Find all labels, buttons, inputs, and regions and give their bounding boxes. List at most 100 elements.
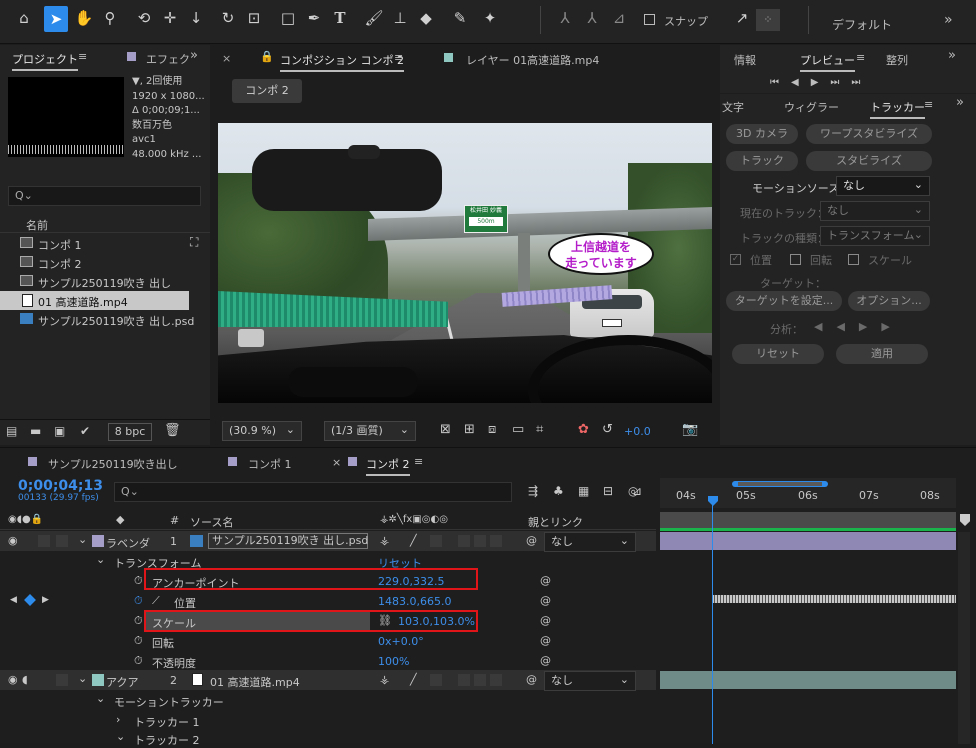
tab-tracker[interactable]: トラッカー — [870, 99, 925, 119]
layer-source-name[interactable]: サンプル250119吹き 出し.psd — [208, 533, 368, 549]
workspace-label[interactable]: デフォルト — [832, 16, 892, 33]
expand-chevron-icon[interactable]: ⌄ — [78, 672, 87, 685]
project-item[interactable]: サンプル250119吹き 出し — [0, 272, 210, 291]
expression-pickwhip-icon[interactable]: @ — [540, 594, 551, 607]
property-row-position[interactable]: ◀ ▶ ⏱ ⟋ 位置 1483.0,665.0 @ — [0, 591, 656, 611]
tab-project[interactable]: プロジェクト — [12, 51, 78, 71]
pick-whip-icon[interactable]: @ — [526, 673, 537, 686]
tab-composition[interactable]: コンポジション コンポ 2 — [280, 52, 404, 72]
scale-checkbox[interactable] — [848, 254, 859, 265]
stopwatch-icon[interactable]: ⏱ — [134, 634, 143, 648]
shy-switch-icon[interactable]: ⚶ — [380, 673, 389, 686]
tracker-2-row[interactable]: ⌄ トラッカー 2 — [0, 728, 656, 748]
source-name-header[interactable]: ソース名 — [190, 514, 233, 530]
switch-box[interactable] — [430, 535, 442, 547]
color-channels-icon[interactable]: ✿ — [578, 422, 589, 437]
solo-switch[interactable] — [56, 535, 68, 547]
motion-tracker-row[interactable]: ⌄ モーショントラッカー — [0, 690, 656, 710]
property-value[interactable]: 1483.0,665.0 — [378, 595, 451, 608]
expand-chevron-icon[interactable]: ⌄ — [116, 730, 125, 743]
rectangle-tool-icon[interactable]: □ — [278, 8, 298, 28]
workspace-more-icon[interactable]: » — [944, 12, 953, 28]
playhead-marker[interactable] — [708, 496, 718, 506]
current-timecode[interactable]: 0;00;04;13 — [18, 478, 103, 494]
property-value[interactable]: 0x+0.0° — [378, 635, 424, 648]
visibility-eye-icon[interactable]: ◉ — [8, 673, 18, 686]
position-checkbox[interactable]: ✓ — [730, 254, 741, 265]
next-keyframe-icon[interactable]: ▶ — [42, 595, 49, 605]
tab-info[interactable]: 情報 — [734, 52, 756, 68]
transparency-grid-icon[interactable]: ⊞ — [464, 422, 475, 437]
tab-preview[interactable]: プレビュー — [800, 52, 855, 72]
exposure-value[interactable]: +0.0 — [624, 425, 651, 438]
puppet-pin-icon[interactable]: ✦ — [480, 8, 500, 28]
column-name[interactable]: 名前 — [26, 217, 48, 233]
snap-edge-icon[interactable]: ↗ — [732, 8, 752, 28]
stamp-tool-icon[interactable]: ⊥ — [390, 8, 410, 28]
add-keyframe-icon[interactable] — [24, 594, 36, 606]
zoom-tool-icon[interactable]: ⚲ — [100, 8, 120, 28]
property-value[interactable]: 100% — [378, 655, 409, 668]
switch-box[interactable] — [458, 674, 470, 686]
expression-pickwhip-icon[interactable]: @ — [540, 654, 551, 667]
pen-tool-icon[interactable]: ✒ — [304, 8, 324, 28]
guides-icon[interactable]: ⌗ — [536, 422, 543, 437]
project-item[interactable]: コンポ 2 — [0, 253, 210, 272]
comp-menu-icon[interactable]: ≡ — [394, 51, 403, 64]
trash-icon[interactable]: 🗑 — [164, 423, 181, 438]
tab-wiggler[interactable]: ウィグラー — [784, 99, 839, 115]
draft-3d-icon[interactable]: ♣ — [553, 484, 564, 498]
apply-button[interactable]: 適用 — [836, 344, 928, 364]
audio-switch[interactable] — [38, 535, 50, 547]
roto-brush-icon[interactable]: ✎ — [450, 8, 470, 28]
frame-blending-icon[interactable]: ⊟ — [603, 484, 613, 498]
new-composition-icon[interactable]: ▣ — [54, 424, 65, 438]
switch-box[interactable] — [490, 674, 502, 686]
fast-preview-icon[interactable]: ⊠ — [440, 422, 451, 437]
tab-layer[interactable]: レイヤー 01高速道路.mp4 — [466, 52, 599, 68]
tab-align[interactable]: 整列 — [886, 52, 908, 68]
region-of-interest-icon[interactable]: ▭ — [512, 422, 524, 437]
graph-icon[interactable]: ⟋ — [152, 594, 160, 608]
lock-icon[interactable]: 🔒 — [260, 50, 274, 63]
orbit-camera-icon[interactable]: ⟲ — [134, 8, 154, 28]
mask-visibility-icon[interactable]: ⧈ — [488, 422, 496, 437]
expression-pickwhip-icon[interactable]: @ — [540, 634, 551, 647]
home-icon[interactable]: ⌂ — [14, 8, 34, 28]
interpret-footage-icon[interactable]: ▤ — [6, 424, 17, 438]
project-menu-icon[interactable]: ≡ — [78, 50, 87, 63]
project-search-input[interactable]: Q⌄ — [8, 186, 201, 206]
timeline-nav-handle[interactable] — [960, 514, 970, 526]
new-folder-icon[interactable]: ▬ — [30, 424, 41, 438]
snap-feature-icon[interactable]: ⁘ — [756, 9, 780, 31]
reset-exposure-icon[interactable]: ↺ — [602, 422, 613, 437]
motion-source-dropdown[interactable]: なし ⌄ — [836, 176, 930, 196]
position-keyframes[interactable] — [712, 595, 956, 603]
switch-box[interactable] — [430, 674, 442, 686]
quality-switch-icon[interactable]: ╱ — [410, 673, 417, 686]
parent-dropdown[interactable]: なし ⌄ — [544, 671, 636, 691]
switch-box[interactable] — [458, 535, 470, 547]
current-track-dropdown[interactable]: なし ⌄ — [820, 201, 930, 221]
switch-box[interactable] — [490, 535, 502, 547]
snap-checkbox[interactable] — [644, 14, 655, 25]
bpc-button[interactable]: 8 bpc — [108, 423, 152, 441]
timeline-tab[interactable]: サンプル250119吹き出し — [48, 456, 178, 472]
audio-icon[interactable]: ◖ — [22, 673, 28, 686]
tracker-menu-icon[interactable]: ≡ — [924, 98, 933, 111]
property-row-opacity[interactable]: ⏱ 不透明度 100% @ — [0, 651, 656, 671]
prev-keyframe-icon[interactable]: ◀ — [10, 595, 17, 605]
shy-switch-icon[interactable]: ⚶ — [380, 534, 389, 547]
layer-source-name[interactable]: 01 高速道路.mp4 — [210, 674, 300, 690]
anchor-tool-icon[interactable]: ⊡ — [244, 8, 264, 28]
project-item-selected[interactable]: 01 高速道路.mp4 — [0, 291, 189, 310]
property-row-rotation[interactable]: ⏱ 回転 0x+0.0° @ — [0, 631, 656, 651]
panel-more-icon[interactable]: » — [948, 48, 956, 63]
composition-mini-flowchart-icon[interactable]: ⇶ — [528, 484, 538, 498]
rotation-checkbox[interactable] — [790, 254, 801, 265]
hand-tool-icon[interactable]: ✋ — [74, 8, 94, 28]
graph-editor-icon[interactable]: ⊿ — [632, 484, 642, 498]
expression-pickwhip-icon[interactable]: @ — [540, 574, 551, 587]
expand-chevron-icon[interactable]: ⌄ — [96, 692, 105, 705]
preview-menu-icon[interactable]: ≡ — [856, 51, 865, 64]
